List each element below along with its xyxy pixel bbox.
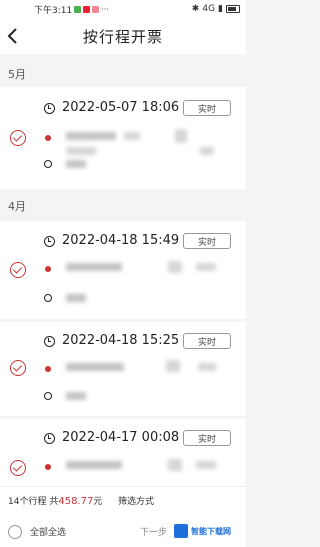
start-address [66,263,122,271]
bluetooth-icon: ✱ [191,4,200,14]
checkbox-checked[interactable] [10,460,26,476]
status-bar: 下午3:11 ··· ✱ 4G ▮ [0,0,246,18]
end-point-icon [44,160,52,168]
trip-datetime: 2022-04-18 15:49 [62,233,180,248]
month-header: 4月 [8,200,26,213]
watermark-text: 智能下载网 [191,526,231,536]
notification-icon [83,5,91,13]
start-address [196,461,216,469]
trip-card[interactable]: 2022-05-07 18:06 实时 [0,87,246,189]
trip-type-tag: 实时 [183,233,231,249]
month-header: 5月 [8,68,26,81]
status-time: 下午3:11 [34,5,73,16]
amount-suffix: 元 [93,497,103,507]
clock-icon [44,336,55,347]
clock-icon [44,433,55,444]
start-address [124,132,140,140]
notification-icon [92,5,100,13]
checkbox-checked[interactable] [10,262,26,278]
checkbox-checked[interactable] [10,130,26,146]
trip-card[interactable]: 2022-04-17 00:08 实时 [0,419,246,487]
start-address [66,132,116,140]
notification-icon [74,5,82,13]
trip-datetime: 2022-04-17 00:08 [62,430,180,445]
start-address [66,147,96,155]
end-address [66,160,86,168]
select-all-checkbox[interactable] [8,525,22,539]
checkbox-checked[interactable] [10,360,26,376]
clock-icon [44,236,55,247]
more-dots-icon: ··· [101,4,109,14]
trip-card[interactable]: 2022-04-18 15:25 实时 [0,322,246,416]
trip-datetime: 2022-04-18 15:25 [62,333,180,348]
page-title: 按行程开票 [82,27,163,46]
trip-summary: 14个行程 共458.77元 [8,494,102,507]
nav-bar: 按行程开票 [0,18,246,54]
start-point-icon [45,366,51,372]
end-address [66,392,86,400]
network-type: 4G [202,4,216,14]
start-point-icon [45,266,51,272]
chevron-left-icon [7,28,17,44]
total-amount: 458.77 [58,496,94,507]
trip-datetime: 2022-05-07 18:06 [62,100,180,115]
trip-type-tag: 实时 [183,100,231,116]
battery-icon [226,5,240,13]
filter-button[interactable]: 筛选方式 [118,494,154,507]
start-address [66,363,124,371]
start-point-icon [45,135,51,141]
start-address [168,261,182,273]
start-address [196,263,216,271]
start-address [175,129,187,143]
start-address [166,360,180,372]
trip-type-tag: 实时 [183,430,231,446]
back-button[interactable] [4,25,26,47]
amount-prefix: 共 [49,497,59,507]
trip-card[interactable]: 2022-04-18 15:49 实时 [0,221,246,319]
trip-type-tag: 实时 [183,333,231,349]
signal-icon: ▮ [218,4,223,14]
start-address [66,461,122,469]
end-point-icon [44,392,52,400]
watermark-logo-icon [174,524,188,538]
select-all-label: 全部全选 [30,528,67,538]
end-point-icon [44,294,52,302]
start-address [200,147,214,155]
trip-count: 14个行程 [8,497,47,507]
start-point-icon [45,464,51,470]
watermark: 智能下载网 [174,522,242,540]
next-button[interactable]: 下一步 [140,525,167,538]
start-address [198,363,216,371]
end-address [66,294,86,302]
clock-icon [44,103,55,114]
start-address [168,459,182,471]
